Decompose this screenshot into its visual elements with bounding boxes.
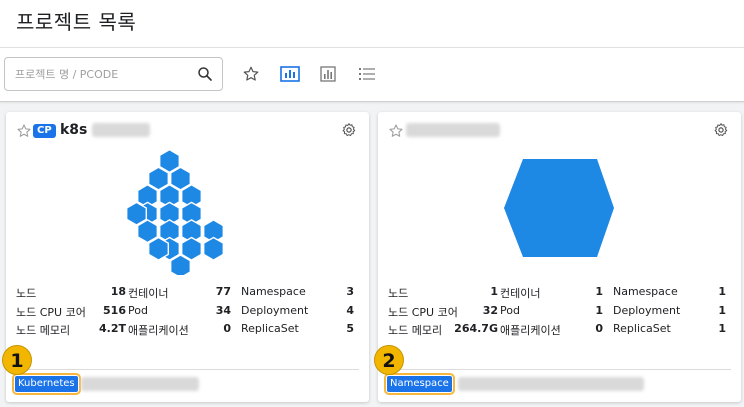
stat-value: 77 bbox=[215, 285, 231, 298]
stat-value: 1 bbox=[595, 285, 603, 298]
stat-value: 3 bbox=[346, 285, 354, 298]
namespace-tag: Namespace bbox=[384, 373, 455, 395]
star-outline-icon[interactable] bbox=[241, 64, 261, 84]
stat-label: ReplicaSet bbox=[241, 322, 299, 335]
stat-value: 1 bbox=[718, 285, 726, 298]
card-view-icon[interactable] bbox=[280, 64, 300, 84]
card-name: k8s bbox=[60, 122, 88, 138]
card-title bbox=[406, 122, 500, 138]
redacted-text bbox=[81, 377, 199, 391]
stat-label: 노드 메모리 bbox=[388, 324, 443, 337]
stat-label: 애플리케이션 bbox=[128, 324, 189, 337]
stat-label: Pod bbox=[128, 303, 148, 317]
star-outline-icon[interactable] bbox=[16, 123, 32, 139]
stat-label: 노드 CPU 코어 bbox=[388, 305, 458, 319]
redacted-text bbox=[92, 123, 151, 137]
stat-value: 5 bbox=[346, 322, 354, 335]
node-hex-cluster bbox=[125, 148, 225, 275]
stat-row: 노드 1 컨테이너 1 Namespace 1 bbox=[388, 283, 731, 302]
stat-row: 노드 메모리 4.2T 애플리케이션 0 ReplicaSet 5 bbox=[16, 320, 359, 339]
stat-value: 1 bbox=[490, 285, 498, 298]
toolbar bbox=[0, 47, 744, 102]
stat-row: 노드 CPU 코어 32 Pod 1 Deployment 1 bbox=[388, 302, 731, 321]
stat-value: 34 bbox=[215, 303, 231, 317]
project-card[interactable]: 노드 1 컨테이너 1 Namespace 1 노드 CPU 코어 32 Pod 1 Deploym… bbox=[378, 112, 741, 402]
stat-value: 4.2T bbox=[99, 322, 126, 335]
stat-label: ReplicaSet bbox=[613, 322, 671, 335]
stat-label: 컨테이너 bbox=[500, 287, 541, 300]
redacted-text bbox=[406, 123, 500, 137]
stat-value: 1 bbox=[595, 303, 603, 317]
search-icon[interactable] bbox=[196, 65, 214, 83]
divider bbox=[16, 369, 359, 370]
chart-view-icon[interactable] bbox=[318, 64, 338, 84]
node-hexagon[interactable] bbox=[504, 159, 614, 257]
divider bbox=[388, 369, 731, 370]
stat-value: 264.7G bbox=[454, 322, 498, 335]
cp-badge: CP bbox=[33, 124, 56, 138]
stat-label: Deployment bbox=[241, 303, 309, 317]
gear-icon[interactable] bbox=[713, 122, 729, 138]
node-hexagon[interactable] bbox=[125, 201, 148, 226]
stat-value: 32 bbox=[482, 303, 498, 317]
stat-label: 노드 CPU 코어 bbox=[16, 305, 86, 319]
stat-label: 노드 bbox=[16, 287, 37, 300]
stat-label: Pod bbox=[500, 303, 520, 317]
list-view-icon[interactable] bbox=[357, 64, 377, 84]
kubernetes-tag: Kubernetes bbox=[12, 373, 81, 395]
redacted-text bbox=[458, 377, 644, 391]
stat-value: 1 bbox=[718, 303, 726, 317]
node-hexagon[interactable] bbox=[147, 236, 170, 261]
stat-label: 컨테이너 bbox=[128, 287, 169, 300]
stat-label: Namespace bbox=[241, 285, 306, 298]
gear-icon[interactable] bbox=[341, 122, 357, 138]
stat-row: 노드 18 컨테이너 77 Namespace 3 bbox=[16, 283, 359, 302]
stat-value: 1 bbox=[718, 322, 726, 335]
project-card[interactable]: CP k8s 노드 18 컨테이너 77 Namespace 3 노드 CPU 코어 516 P… bbox=[6, 112, 369, 402]
node-hexagon[interactable] bbox=[202, 236, 225, 261]
page-title: 프로젝트 목록 bbox=[16, 10, 137, 34]
stat-value: 0 bbox=[595, 322, 603, 335]
stat-label: 노드 메모리 bbox=[16, 324, 71, 337]
stats-table: 노드 1 컨테이너 1 Namespace 1 노드 CPU 코어 32 Pod 1 Deploym… bbox=[388, 283, 731, 339]
search-input[interactable] bbox=[15, 65, 185, 83]
stat-label: 노드 bbox=[388, 287, 409, 300]
stat-label: Namespace bbox=[613, 285, 678, 298]
card-title: k8s bbox=[60, 122, 151, 138]
stat-value: 0 bbox=[223, 322, 231, 335]
stat-label: Deployment bbox=[613, 303, 681, 317]
page-header: 프로젝트 목록 bbox=[0, 0, 744, 47]
stat-value: 516 bbox=[103, 303, 126, 317]
annotation-marker: 1 bbox=[2, 345, 32, 375]
annotation-marker: 2 bbox=[374, 345, 404, 375]
node-hex-single bbox=[504, 159, 614, 257]
stat-value: 18 bbox=[110, 285, 126, 298]
stats-table: 노드 18 컨테이너 77 Namespace 3 노드 CPU 코어 516 Pod 34 Dep… bbox=[16, 283, 359, 339]
stat-value: 4 bbox=[346, 303, 354, 317]
stat-label: 애플리케이션 bbox=[500, 324, 561, 337]
stat-row: 노드 메모리 264.7G 애플리케이션 0 ReplicaSet 1 bbox=[388, 320, 731, 339]
star-outline-icon[interactable] bbox=[388, 123, 404, 139]
stat-row: 노드 CPU 코어 516 Pod 34 Deployment 4 bbox=[16, 302, 359, 321]
search-box[interactable] bbox=[4, 57, 223, 91]
